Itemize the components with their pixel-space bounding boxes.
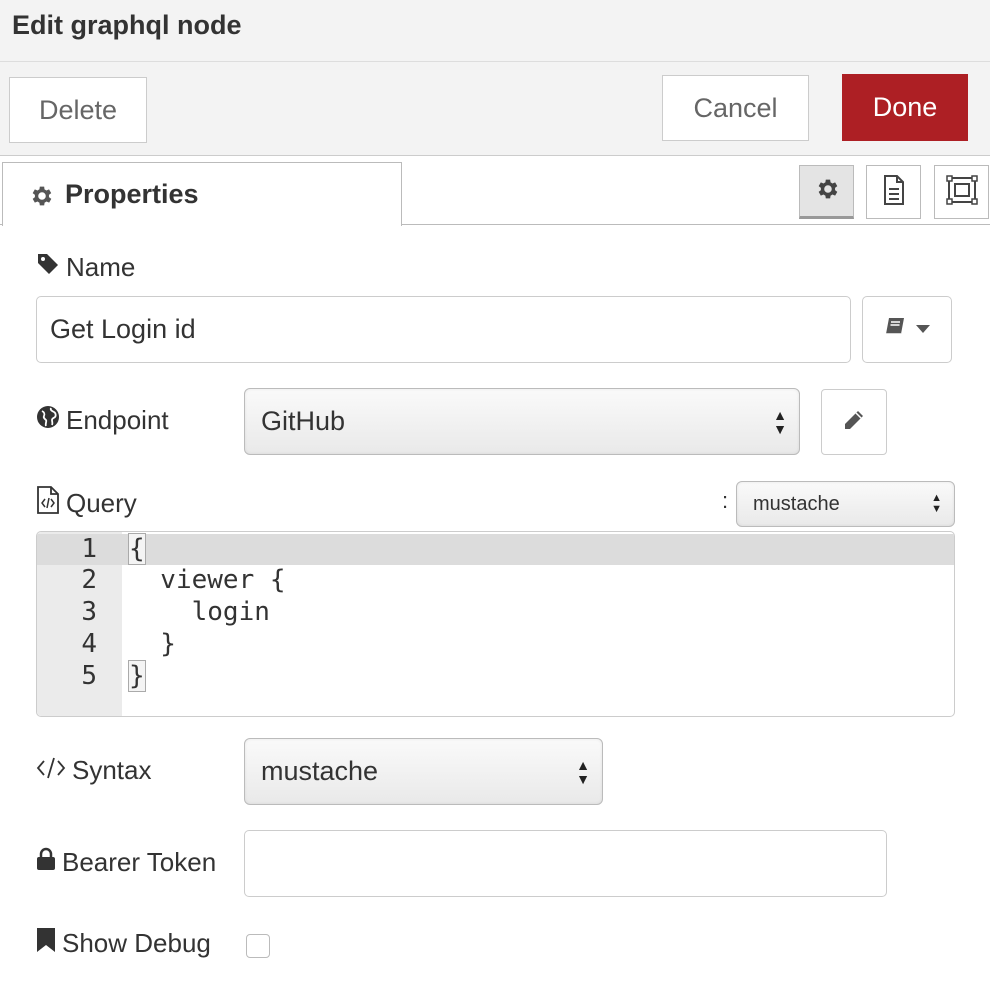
name-context-menu-button[interactable] [862, 296, 952, 363]
line-number: 2 [81, 565, 97, 595]
line-code: } [129, 629, 176, 659]
node-description-button[interactable] [866, 165, 921, 219]
bearer-token-label-text: Bearer Token [62, 847, 217, 877]
bearer-token-input[interactable] [244, 830, 887, 897]
show-debug-label-text: Show Debug [62, 928, 211, 958]
query-label-text: Query [66, 488, 137, 518]
code-icon [36, 755, 66, 786]
tab-properties-label: Properties [65, 179, 199, 209]
select-arrows-icon: ▲ ▼ [931, 492, 942, 515]
query-code-editor[interactable]: 1 { 2 viewer { 3 login 4 } 5 } [36, 531, 955, 717]
bearer-token-label: Bearer Token [36, 847, 216, 878]
query-format-separator: : [722, 488, 729, 513]
node-appearance-button[interactable] [934, 165, 989, 219]
line-code: viewer { [129, 565, 286, 595]
syntax-select-value: mustache [261, 756, 379, 786]
globe-icon [36, 405, 60, 436]
file-code-icon [36, 486, 60, 521]
lock-icon [36, 847, 56, 878]
line-code: } [128, 660, 146, 692]
select-arrows-icon: ▲ ▼ [773, 406, 787, 437]
cancel-button[interactable]: Cancel [662, 75, 809, 141]
endpoint-label-text: Endpoint [66, 405, 169, 435]
query-format-value: mustache [753, 492, 840, 515]
syntax-label-text: Syntax [72, 755, 152, 785]
caret-down-icon [916, 321, 930, 339]
code-line: 5 } [37, 660, 954, 693]
name-label-text: Name [66, 252, 136, 282]
line-number: 1 [81, 534, 97, 564]
line-code: { [128, 533, 146, 565]
query-format-select[interactable]: mustache ▲ ▼ [736, 481, 955, 527]
line-code: login [129, 597, 270, 627]
code-line: 1 { [37, 533, 954, 566]
dialog-titlebar: Edit graphql node [0, 0, 990, 62]
name-input[interactable]: Get Login id [36, 296, 851, 363]
select-arrows-icon: ▲ ▼ [576, 756, 590, 787]
node-properties-button[interactable] [799, 165, 854, 219]
done-button[interactable]: Done [842, 74, 968, 141]
book-icon [884, 317, 906, 342]
code-line: 3 login [37, 597, 954, 629]
document-icon [882, 174, 906, 210]
delete-button[interactable]: Delete [9, 77, 147, 143]
tag-icon [36, 252, 60, 283]
show-debug-checkbox[interactable] [246, 934, 270, 958]
code-line: 4 } [37, 629, 954, 661]
syntax-select[interactable]: mustache ▲ ▼ [244, 738, 603, 805]
gear-icon [29, 183, 55, 209]
line-number: 4 [81, 629, 97, 659]
pencil-icon [843, 409, 865, 436]
frame-icon [945, 174, 978, 210]
tab-properties[interactable]: Properties [2, 162, 402, 226]
endpoint-select-value: GitHub [261, 406, 346, 436]
syntax-label: Syntax [36, 755, 152, 786]
endpoint-select[interactable]: GitHub ▲ ▼ [244, 388, 800, 455]
code-line: 2 viewer { [37, 565, 954, 597]
show-debug-label: Show Debug [36, 927, 211, 960]
dialog-title: Edit graphql node [12, 10, 242, 40]
dialog-toolbar: Delete Cancel Done [0, 62, 990, 156]
name-label: Name [36, 252, 135, 283]
query-label: Query [36, 486, 137, 521]
line-number: 3 [81, 597, 97, 627]
line-number: 5 [81, 661, 97, 691]
endpoint-label: Endpoint [36, 405, 169, 436]
bookmark-icon [36, 927, 56, 960]
edit-endpoint-button[interactable] [821, 389, 887, 455]
gear-icon [814, 176, 840, 207]
